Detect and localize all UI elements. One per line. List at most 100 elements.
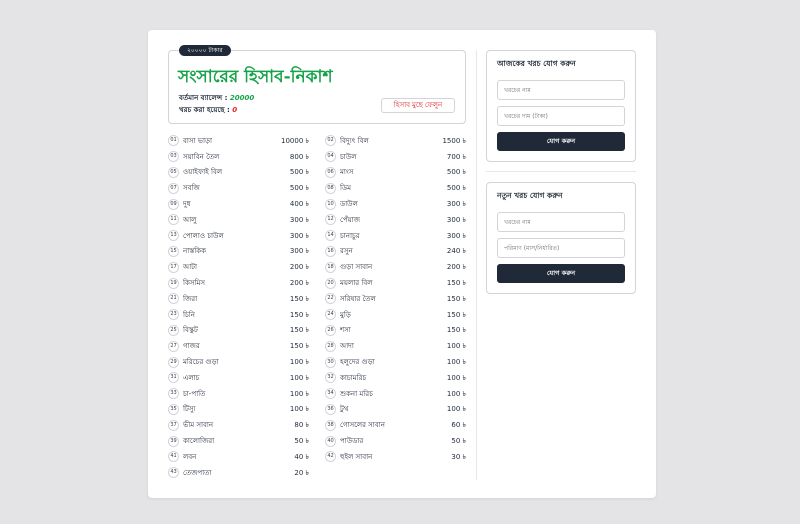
item-number: 01	[168, 135, 179, 147]
item-number: 08	[325, 182, 336, 194]
today-add-button[interactable]: যোগ করুন	[497, 132, 625, 151]
item-name: টুথ	[340, 405, 349, 414]
list-item: 12 পেঁয়াজ 300 ৳	[325, 212, 466, 228]
item-name: সয়াবিন তৈল	[183, 152, 220, 161]
item-name: মাংস	[340, 168, 354, 177]
item-amount: 500 ৳	[446, 168, 466, 177]
item-name: বিস্কুট	[183, 326, 198, 335]
item-name: এলাচ	[183, 373, 200, 382]
item-number: 19	[168, 277, 179, 289]
item-number: 14	[325, 230, 336, 242]
item-name: চা-পাতি	[183, 389, 206, 398]
today-expense-price-input[interactable]	[497, 106, 625, 126]
ledger-panel: ২০০০০ টাকার সংসারের হিসাব-নিকাশ বর্তমান …	[168, 45, 466, 480]
item-number: 16	[325, 245, 336, 257]
item-amount: 100 ৳	[289, 389, 309, 398]
list-item: 26 শসা 150 ৳	[325, 323, 466, 339]
item-name: গোসলের সাবান	[340, 421, 385, 430]
list-item: 02 বিদ্যুৎ বিল 1500 ৳	[325, 133, 466, 149]
item-number: 10	[325, 198, 336, 210]
list-item: 42 হুইল সাবান 30 ৳	[325, 449, 466, 465]
spent-label: খরচ করা হয়েছে :	[179, 106, 233, 114]
item-amount: 150 ৳	[289, 294, 309, 303]
list-item: 31 এলাচ 100 ৳	[168, 370, 309, 386]
item-amount: 150 ৳	[289, 342, 309, 351]
item-amount: 100 ৳	[446, 373, 466, 382]
list-item: 40 পাউডার 50 ৳	[325, 433, 466, 449]
item-number: 26	[325, 324, 336, 336]
item-number: 28	[325, 340, 336, 352]
item-amount: 10000 ৳	[281, 136, 309, 145]
item-name: চাউল	[340, 152, 357, 161]
list-item: 16 রসুন 240 ৳	[325, 244, 466, 260]
list-item: 27 গাজর 150 ৳	[168, 338, 309, 354]
item-amount: 150 ৳	[289, 310, 309, 319]
list-item: 39 কালোজিরা 50 ৳	[168, 433, 309, 449]
item-name: সবজি	[183, 184, 200, 193]
item-amount: 800 ৳	[289, 152, 309, 161]
item-number: 17	[168, 261, 179, 273]
spent-value: 0	[232, 106, 238, 114]
item-name: ডিম	[340, 184, 352, 193]
item-name: পেঁয়াজ	[340, 215, 361, 224]
today-expense-name-input[interactable]	[497, 80, 625, 100]
item-number: 11	[168, 214, 179, 226]
item-name: তেজপাতা	[183, 468, 212, 477]
page-title: সংসারের হিসাব-নিকাশ	[178, 67, 333, 87]
list-item: 05 ওয়াইফাই বিল 500 ৳	[168, 165, 309, 181]
new-expense-form: নতুন খরচ যোগ করুন যোগ করুন	[486, 182, 636, 294]
item-number: 09	[168, 198, 179, 210]
item-name: পাউডার	[340, 437, 364, 446]
item-amount: 150 ৳	[446, 326, 466, 335]
item-number: 06	[325, 166, 336, 178]
item-amount: 150 ৳	[446, 279, 466, 288]
item-amount: 500 ৳	[446, 184, 466, 193]
summary-box: ২০০০০ টাকার সংসারের হিসাব-নিকাশ বর্তমান …	[168, 45, 466, 124]
item-number: 04	[325, 151, 336, 163]
item-amount: 100 ৳	[446, 405, 466, 414]
list-item: 29 মরিচের গুড়া 100 ৳	[168, 354, 309, 370]
item-name: হলুদের গুড়া	[340, 358, 375, 367]
item-amount: 50 ৳	[451, 437, 466, 446]
item-amount: 200 ৳	[289, 279, 309, 288]
item-amount: 300 ৳	[289, 231, 309, 240]
item-amount: 200 ৳	[289, 263, 309, 272]
item-amount: 50 ৳	[294, 437, 309, 446]
list-item: 13 পোলাও চাউল 300 ৳	[168, 228, 309, 244]
list-item: 35 টিস্যু 100 ৳	[168, 402, 309, 418]
item-name: গুড়া সাবান	[340, 263, 373, 272]
item-name: ওয়াইফাই বিল	[183, 168, 223, 177]
list-item: 36 টুথ 100 ৳	[325, 402, 466, 418]
item-name: পোলাও চাউল	[183, 231, 224, 240]
list-item: 07 সবজি 500 ৳	[168, 180, 309, 196]
item-amount: 100 ৳	[289, 373, 309, 382]
item-number: 36	[325, 403, 336, 415]
list-item: 19 কিসমিস 200 ৳	[168, 275, 309, 291]
item-amount: 100 ৳	[446, 389, 466, 398]
item-name: মুড়ি	[340, 310, 351, 319]
list-item: 38 গোসলের সাবান 60 ৳	[325, 417, 466, 433]
new-expense-name-input[interactable]	[497, 212, 625, 232]
item-amount: 100 ৳	[289, 358, 309, 367]
spent-amount: খরচ করা হয়েছে : 0	[179, 104, 237, 116]
new-add-button[interactable]: যোগ করুন	[497, 264, 625, 283]
item-number: 02	[325, 135, 336, 147]
budget-badge: ২০০০০ টাকার	[179, 45, 231, 56]
item-name: ভীম সাবান	[183, 421, 214, 430]
item-number: 22	[325, 293, 336, 305]
item-name: শসা	[340, 326, 351, 335]
item-amount: 400 ৳	[289, 200, 309, 209]
item-amount: 100 ৳	[446, 342, 466, 351]
item-number: 24	[325, 309, 336, 321]
item-name: চানাচুর	[340, 231, 360, 240]
new-expense-amount-input[interactable]	[497, 238, 625, 258]
list-item: 18 গুড়া সাবান 200 ৳	[325, 259, 466, 275]
item-number: 41	[168, 451, 179, 463]
item-name: লবন	[183, 452, 197, 461]
item-number: 34	[325, 388, 336, 400]
list-item: 24 মুড়ি 150 ৳	[325, 307, 466, 323]
item-name: বিদ্যুৎ বিল	[340, 136, 369, 145]
item-name: কিসমিস	[183, 279, 206, 288]
clear-ledger-button[interactable]: হিসাব মুছে ফেলুন	[381, 98, 455, 113]
list-item: 22 সরিষার তৈল 150 ৳	[325, 291, 466, 307]
